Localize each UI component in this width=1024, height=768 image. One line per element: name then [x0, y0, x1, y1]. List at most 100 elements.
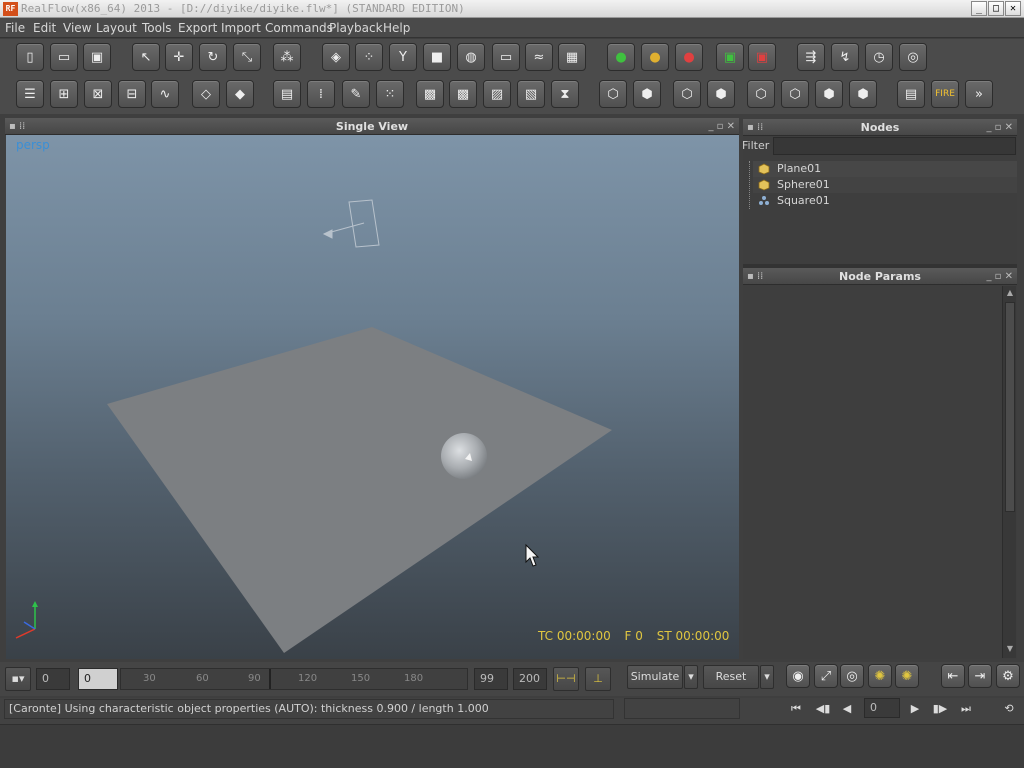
render-play-icon[interactable]: ◎ [899, 43, 927, 71]
menu-edit[interactable]: Edit [33, 21, 56, 35]
wrench-icon[interactable]: ⚙ [996, 664, 1020, 688]
rotate-tool-icon[interactable]: ↻ [199, 43, 227, 71]
particles-grid-icon[interactable]: ⁙ [376, 80, 404, 108]
step-back-icon[interactable]: ◀▮ [812, 700, 834, 718]
view-box-icon[interactable]: ◆ [226, 80, 254, 108]
graph-edit-icon[interactable]: ⤢ [814, 664, 838, 688]
loop-icon[interactable]: ⟲ [998, 700, 1020, 718]
timer-play-icon[interactable]: ◷ [865, 43, 893, 71]
menu-file[interactable]: File [5, 21, 25, 35]
panel-window-controls[interactable]: _ ▫ ✕ [708, 118, 735, 135]
visibility-icon[interactable]: ◎ [840, 664, 864, 688]
new-scene-icon[interactable]: ▯ [16, 43, 44, 71]
add-mesh-icon[interactable]: ◍ [457, 43, 485, 71]
view-cube-icon[interactable]: ◇ [192, 80, 220, 108]
render-settings-icon[interactable]: ▤ [897, 80, 925, 108]
minimize-button[interactable]: _ [971, 1, 987, 16]
simulate-dropdown-icon[interactable]: ▾ [684, 665, 698, 689]
export-green-icon[interactable]: ▣ [716, 43, 744, 71]
script-play-icon[interactable]: ↯ [831, 43, 859, 71]
menu-layout[interactable]: Layout [96, 21, 137, 35]
panel-window-controls[interactable]: _ ▫ ✕ [986, 119, 1013, 136]
end-frame-field[interactable]: 99 [474, 668, 508, 690]
playhead[interactable] [269, 669, 271, 689]
reset-button[interactable]: Reset [703, 665, 759, 689]
cube-a-icon[interactable]: ⬡ [747, 80, 775, 108]
menu-playback[interactable]: Playback [329, 21, 383, 35]
playback-frame-field[interactable]: 0 [864, 698, 900, 718]
simulate-green-icon[interactable]: ● [607, 43, 635, 71]
menu-tools[interactable]: Tools [142, 21, 172, 35]
prev-key-icon[interactable]: ⇤ [941, 664, 965, 688]
move-tool-icon[interactable]: ✛ [165, 43, 193, 71]
node-list-icon[interactable]: ▤ [273, 80, 301, 108]
key-marker-icon[interactable]: ⊥ [585, 667, 611, 691]
timeline-menu-button[interactable]: ▪▾ [5, 667, 31, 691]
channels-icon[interactable]: ⁞ [307, 80, 335, 108]
save-scene-icon[interactable]: ▣ [83, 43, 111, 71]
step-forward-icon[interactable]: ▮▶ [929, 700, 951, 718]
3d-viewport[interactable]: persp TC 00:00:00 F 0 ST 00:00:00 [6, 135, 739, 659]
current-frame-field[interactable]: 0 [78, 668, 118, 690]
layout-list-icon[interactable]: ☰ [16, 80, 44, 108]
fire-icon[interactable]: FIRE [931, 80, 959, 108]
texture-b-icon[interactable]: ▩ [449, 80, 477, 108]
reset-dropdown-icon[interactable]: ▾ [760, 665, 774, 689]
external-icon[interactable]: » [965, 80, 993, 108]
cube-d-icon[interactable]: ⬢ [849, 80, 877, 108]
key-yellow-b-icon[interactable]: ✺ [895, 664, 919, 688]
add-particles-icon[interactable]: ⁘ [355, 43, 383, 71]
hourglass-icon[interactable]: ⧗ [551, 80, 579, 108]
add-daemon-icon[interactable]: Y [389, 43, 417, 71]
scroll-down-icon[interactable]: ▼ [1005, 644, 1015, 654]
texture-a-icon[interactable]: ▩ [416, 80, 444, 108]
menu-help[interactable]: Help [383, 21, 410, 35]
simulate-button[interactable]: Simulate [627, 665, 683, 689]
node-item-sphere01[interactable]: Sphere01 [753, 177, 1017, 193]
export-red-icon[interactable]: ▣ [748, 43, 776, 71]
curve-view-icon[interactable]: ◉ [786, 664, 810, 688]
batch-play-icon[interactable]: ⇶ [797, 43, 825, 71]
simulate-red-icon[interactable]: ● [675, 43, 703, 71]
layout-grid-icon[interactable]: ⊞ [50, 80, 78, 108]
node-item-square01[interactable]: Square01 [753, 193, 1017, 209]
scroll-up-icon[interactable]: ▲ [1005, 288, 1015, 298]
hex-b-icon[interactable]: ⬢ [633, 80, 661, 108]
add-emitter-icon[interactable]: ◈ [322, 43, 350, 71]
play-backward-icon[interactable]: ◀ [836, 700, 858, 718]
notes-icon[interactable]: ✎ [342, 80, 370, 108]
hex-c-icon[interactable]: ⬡ [673, 80, 701, 108]
play-forward-icon[interactable]: ▶ [904, 700, 926, 718]
go-to-start-icon[interactable]: ⏮ [785, 700, 807, 718]
texture-c-icon[interactable]: ▨ [483, 80, 511, 108]
open-scene-icon[interactable]: ▭ [50, 43, 78, 71]
panel-window-controls[interactable]: _ ▫ ✕ [986, 268, 1013, 285]
menu-view[interactable]: View [63, 21, 91, 35]
time-slider[interactable]: 30 60 90 120 150 180 [120, 668, 468, 690]
hex-d-icon[interactable]: ⬢ [707, 80, 735, 108]
menu-commands[interactable]: Commands [265, 21, 333, 35]
add-wave-icon[interactable]: ≈ [525, 43, 553, 71]
add-camera-icon[interactable]: ▭ [492, 43, 520, 71]
close-button[interactable]: ✕ [1005, 1, 1021, 16]
layout-scale-icon[interactable]: ⊠ [84, 80, 112, 108]
panel-grip-icon[interactable]: ▪ ⁞⁞ [9, 118, 25, 135]
maximize-button[interactable]: □ [988, 1, 1004, 16]
layout-graph-icon[interactable]: ⊟ [118, 80, 146, 108]
add-rigidbody-icon[interactable]: ▦ [558, 43, 586, 71]
filter-input[interactable] [773, 137, 1016, 155]
scale-tool-icon[interactable]: ⤡ [233, 43, 261, 71]
node-item-plane01[interactable]: Plane01 [753, 161, 1017, 177]
start-frame-field[interactable]: 0 [36, 668, 70, 690]
link-tool-icon[interactable]: ⁂ [273, 43, 301, 71]
next-key-icon[interactable]: ⇥ [968, 664, 992, 688]
scroll-thumb[interactable] [1005, 302, 1015, 512]
params-scrollbar[interactable]: ▲ ▼ [1002, 286, 1016, 658]
panel-grip-icon[interactable]: ▪ ⁞⁞ [747, 268, 763, 285]
cube-b-icon[interactable]: ⬡ [781, 80, 809, 108]
menu-import[interactable]: Import [221, 21, 261, 35]
add-object-icon[interactable]: ■ [423, 43, 451, 71]
texture-d-icon[interactable]: ▧ [517, 80, 545, 108]
simulate-yellow-icon[interactable]: ● [641, 43, 669, 71]
key-yellow-icon[interactable]: ✺ [868, 664, 892, 688]
